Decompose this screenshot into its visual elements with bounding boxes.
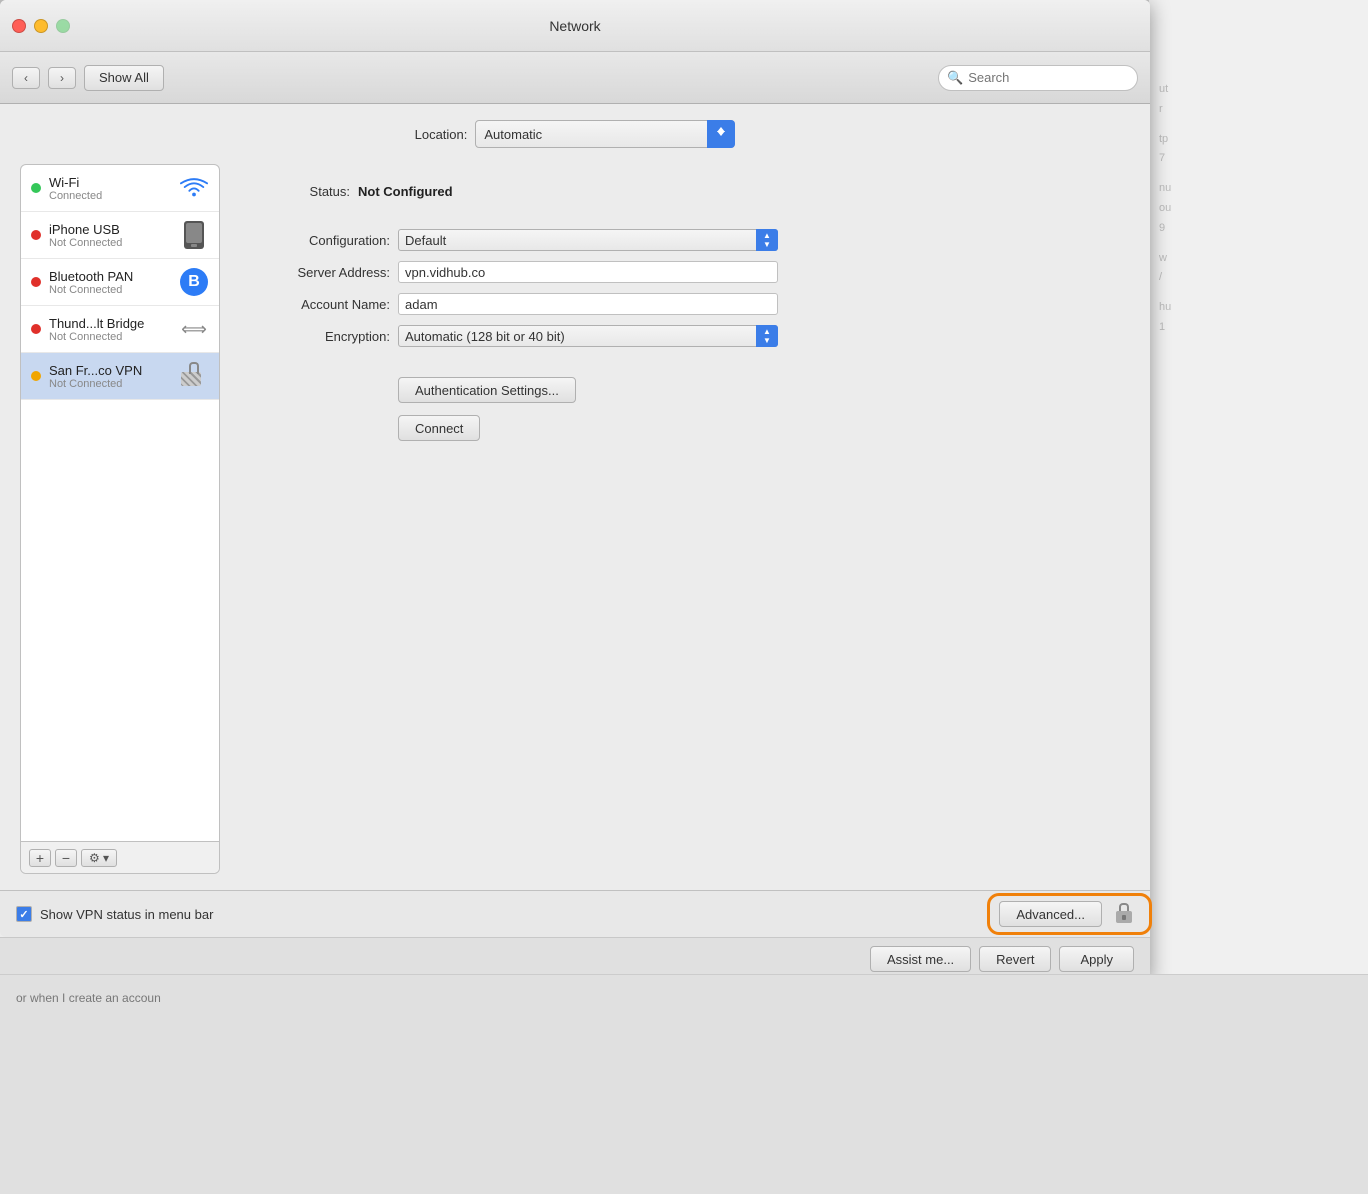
network-info-wifi: Wi-Fi Connected (49, 175, 179, 202)
detail-panel: Status: Not Configured Configuration: De… (220, 164, 1130, 874)
connect-button[interactable]: Connect (398, 415, 480, 441)
network-status-vpn: Not Connected (49, 378, 179, 390)
list-item[interactable]: San Fr...co VPN Not Connected (21, 353, 219, 400)
bridge-icon: ⟺ (179, 314, 209, 344)
network-list-container: Wi-Fi Connected (20, 164, 220, 874)
list-item[interactable]: Bluetooth PAN Not Connected B (21, 259, 219, 306)
lock-icon (1114, 903, 1134, 925)
account-name-label: Account Name: (250, 297, 390, 312)
bottom-right-buttons: Advanced... (999, 901, 1134, 927)
show-vpn-label: Show VPN status in menu bar (40, 907, 213, 922)
encryption-row: Encryption: Automatic (128 bit or 40 bit… (250, 325, 1100, 347)
bottom-bg-text: or when I create an accoun (16, 991, 161, 1005)
account-name-input[interactable] (398, 293, 778, 315)
wifi-icon (179, 173, 209, 203)
search-box: 🔍 (938, 65, 1138, 91)
auth-settings-button[interactable]: Authentication Settings... (398, 377, 576, 403)
network-info-bluetooth: Bluetooth PAN Not Connected (49, 269, 179, 296)
network-status-wifi: Connected (49, 190, 179, 202)
list-item[interactable]: iPhone USB Not Connected (21, 212, 219, 259)
bottom-background: or when I create an accoun (0, 974, 1368, 1194)
toolbar: ‹ › Show All 🔍 (0, 52, 1150, 104)
network-window: Network ‹ › Show All 🔍 Location: Automat… (0, 0, 1150, 980)
actions-row: Authentication Settings... (398, 377, 1100, 403)
location-row: Location: Automatic (20, 120, 1130, 148)
minimize-button[interactable] (34, 19, 48, 33)
main-content: Location: Automatic Wi-Fi Connec (0, 104, 1150, 890)
server-address-input[interactable] (398, 261, 778, 283)
status-dot-bridge (31, 324, 41, 334)
network-list: Wi-Fi Connected (21, 165, 219, 841)
advanced-button[interactable]: Advanced... (999, 901, 1102, 927)
network-name-bridge: Thund...lt Bridge (49, 316, 179, 331)
title-bar: Network (0, 0, 1150, 52)
assist-me-button[interactable]: Assist me... (870, 946, 971, 972)
location-select[interactable]: Automatic (475, 120, 735, 148)
configuration-select[interactable]: Default (398, 229, 778, 251)
status-dot-vpn (31, 371, 41, 381)
list-item[interactable]: Thund...lt Bridge Not Connected ⟺ (21, 306, 219, 353)
server-address-row: Server Address: (250, 261, 1100, 283)
status-value: Not Configured (358, 184, 453, 199)
encryption-select[interactable]: Automatic (128 bit or 40 bit) (398, 325, 778, 347)
location-select-wrap: Automatic (475, 120, 735, 148)
form-fields: Configuration: Default ▲ ▼ (250, 229, 1100, 347)
network-status-iphone: Not Connected (49, 237, 179, 249)
search-input[interactable] (968, 70, 1129, 85)
network-info-bridge: Thund...lt Bridge Not Connected (49, 316, 179, 343)
status-field-label: Status: (250, 184, 350, 199)
configuration-row: Configuration: Default ▲ ▼ (250, 229, 1100, 251)
checkbox-row: ✓ Show VPN status in menu bar (16, 906, 999, 922)
encryption-label: Encryption: (250, 329, 390, 344)
status-row: Status: Not Configured (250, 184, 1100, 199)
network-name-bluetooth: Bluetooth PAN (49, 269, 179, 284)
phone-icon (179, 220, 209, 250)
close-button[interactable] (12, 19, 26, 33)
search-icon: 🔍 (947, 70, 963, 86)
body-area: Wi-Fi Connected (20, 164, 1130, 874)
network-name-iphone: iPhone USB (49, 222, 179, 237)
gear-button[interactable]: ⚙ ▾ (81, 849, 117, 867)
apply-button[interactable]: Apply (1059, 946, 1134, 972)
network-name-wifi: Wi-Fi (49, 175, 179, 190)
remove-network-button[interactable]: − (55, 849, 77, 867)
connect-row: Connect (398, 415, 1100, 441)
account-name-row: Account Name: (250, 293, 1100, 315)
window-title: Network (549, 18, 600, 34)
back-button[interactable]: ‹ (12, 67, 40, 89)
status-dot-wifi (31, 183, 41, 193)
configuration-select-wrap: Default ▲ ▼ (398, 229, 778, 251)
status-dot-iphone (31, 230, 41, 240)
network-info-iphone: iPhone USB Not Connected (49, 222, 179, 249)
show-all-button[interactable]: Show All (84, 65, 164, 91)
vpn-icon (179, 361, 209, 391)
bottom-bar: ✓ Show VPN status in menu bar Advanced..… (0, 890, 1150, 937)
maximize-button[interactable] (56, 19, 70, 33)
server-address-label: Server Address: (250, 265, 390, 280)
configuration-label: Configuration: (250, 233, 390, 248)
bluetooth-icon: B (179, 267, 209, 297)
network-name-vpn: San Fr...co VPN (49, 363, 179, 378)
forward-button[interactable]: › (48, 67, 76, 89)
revert-button[interactable]: Revert (979, 946, 1051, 972)
add-network-button[interactable]: + (29, 849, 51, 867)
list-item[interactable]: Wi-Fi Connected (21, 165, 219, 212)
location-label: Location: (415, 127, 468, 142)
advanced-button-wrap: Advanced... (999, 901, 1102, 927)
status-dot-bluetooth (31, 277, 41, 287)
network-info-vpn: San Fr...co VPN Not Connected (49, 363, 179, 390)
list-toolbar: + − ⚙ ▾ (21, 841, 219, 873)
network-status-bridge: Not Connected (49, 331, 179, 343)
network-status-bluetooth: Not Connected (49, 284, 179, 296)
encryption-select-wrap: Automatic (128 bit or 40 bit) ▲ ▼ (398, 325, 778, 347)
show-vpn-checkbox[interactable]: ✓ (16, 906, 32, 922)
traffic-lights (12, 19, 70, 33)
